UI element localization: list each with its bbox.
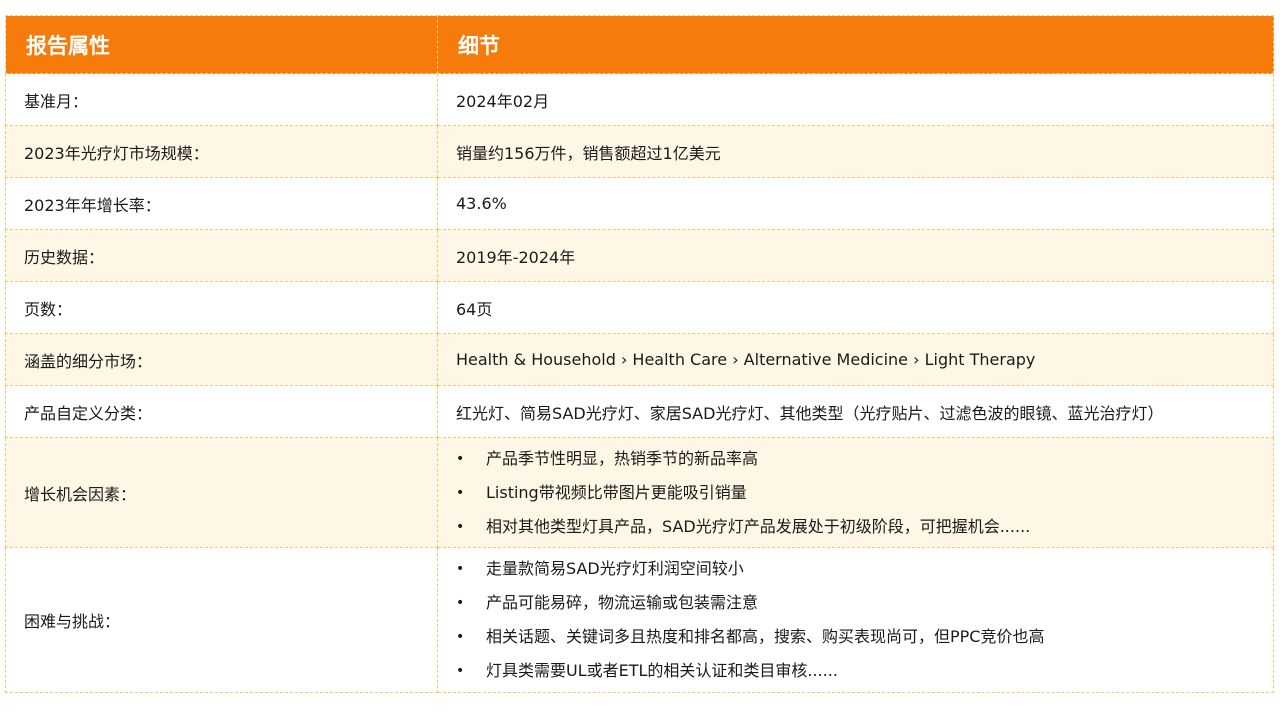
header-attribute: 报告属性 bbox=[5, 15, 438, 74]
row-label: 历史数据： bbox=[5, 229, 438, 282]
challenges-list-cell: 走量款简易SAD光疗灯利润空间较小 产品可能易碎，物流运输或包装需注意 相关话题… bbox=[437, 547, 1274, 693]
table-row: 2023年光疗灯市场规模： 销量约156万件，销售额超过1亿美元 bbox=[5, 125, 1274, 178]
header-detail: 细节 bbox=[437, 15, 1274, 74]
row-value: 红光灯、简易SAD光疗灯、家居SAD光疗灯、其他类型（光疗贴片、过滤色波的眼镜、… bbox=[437, 385, 1274, 438]
list-item: 产品可能易碎，物流运输或包装需注意 bbox=[456, 586, 1273, 620]
table-row: 历史数据： 2019年-2024年 bbox=[5, 229, 1274, 282]
list-item: 灯具类需要UL或者ETL的相关认证和类目审核...... bbox=[456, 654, 1273, 688]
row-label: 涵盖的细分市场： bbox=[5, 333, 438, 386]
row-value: 2024年02月 bbox=[437, 73, 1274, 126]
list-item: 相对其他类型灯具产品，SAD光疗灯产品发展处于初级阶段，可把握机会...... bbox=[456, 510, 1273, 544]
list-item: 相关话题、关键词多且热度和排名都高，搜索、购买表现尚可，但PPC竞价也高 bbox=[456, 620, 1273, 654]
table-header-row: 报告属性 细节 bbox=[5, 15, 1274, 74]
challenges-bullet-list: 走量款简易SAD光疗灯利润空间较小 产品可能易碎，物流运输或包装需注意 相关话题… bbox=[456, 552, 1273, 688]
challenges-label: 困难与挑战： bbox=[5, 547, 438, 693]
table-row-challenges: 困难与挑战： 走量款简易SAD光疗灯利润空间较小 产品可能易碎，物流运输或包装需… bbox=[5, 547, 1274, 693]
table-row-growth: 增长机会因素： 产品季节性明显，热销季节的新品率高 Listing带视频比带图片… bbox=[5, 437, 1274, 548]
table-row: 涵盖的细分市场： Health & Household › Health Car… bbox=[5, 333, 1274, 386]
row-value: 2019年-2024年 bbox=[437, 229, 1274, 282]
row-label: 2023年光疗灯市场规模： bbox=[5, 125, 438, 178]
row-value: 64页 bbox=[437, 281, 1274, 334]
row-label: 产品自定义分类： bbox=[5, 385, 438, 438]
growth-list-cell: 产品季节性明显，热销季节的新品率高 Listing带视频比带图片更能吸引销量 相… bbox=[437, 437, 1274, 548]
row-value: 销量约156万件，销售额超过1亿美元 bbox=[437, 125, 1274, 178]
list-item: 走量款简易SAD光疗灯利润空间较小 bbox=[456, 552, 1273, 586]
row-value: Health & Household › Health Care › Alter… bbox=[437, 333, 1274, 386]
row-label: 基准月： bbox=[5, 73, 438, 126]
table-row: 页数： 64页 bbox=[5, 281, 1274, 334]
row-label: 页数： bbox=[5, 281, 438, 334]
growth-label: 增长机会因素： bbox=[5, 437, 438, 548]
list-item: Listing带视频比带图片更能吸引销量 bbox=[456, 476, 1273, 510]
row-value: 43.6% bbox=[437, 177, 1274, 230]
table-row: 2023年年增长率： 43.6% bbox=[5, 177, 1274, 230]
report-attributes-table: 报告属性 细节 基准月： 2024年02月 2023年光疗灯市场规模： 销量约1… bbox=[5, 15, 1274, 693]
table-row: 产品自定义分类： 红光灯、简易SAD光疗灯、家居SAD光疗灯、其他类型（光疗贴片… bbox=[5, 385, 1274, 438]
table-row: 基准月： 2024年02月 bbox=[5, 73, 1274, 126]
growth-bullet-list: 产品季节性明显，热销季节的新品率高 Listing带视频比带图片更能吸引销量 相… bbox=[456, 442, 1273, 544]
row-label: 2023年年增长率： bbox=[5, 177, 438, 230]
list-item: 产品季节性明显，热销季节的新品率高 bbox=[456, 442, 1273, 476]
